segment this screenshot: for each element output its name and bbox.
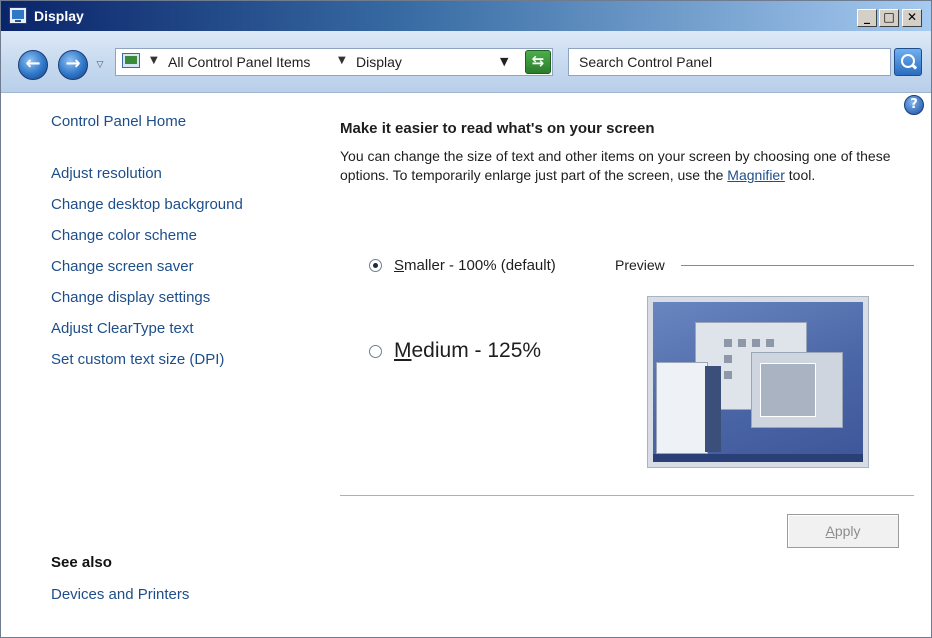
see-also-heading: See also (51, 554, 112, 571)
apply-label: pply (834, 523, 861, 539)
search-input[interactable]: Search Control Panel (568, 48, 891, 76)
sidebar-item-change-color-scheme[interactable]: Change color scheme (51, 227, 197, 244)
sidebar-item-set-custom-text-size[interactable]: Set custom text size (DPI) (51, 351, 224, 368)
display-window: Display _ □ ✕ ← → ▽ ▼ All Control Panel … (0, 0, 932, 638)
smaller-label-text: maller - 100% (default) (404, 257, 556, 274)
magnifier-link[interactable]: Magnifier (727, 167, 785, 183)
preview-tile (752, 339, 760, 347)
control-panel-home-link[interactable]: Control Panel Home (51, 113, 186, 130)
address-bar[interactable]: ▼ All Control Panel Items ▼ Display ▼ (115, 48, 553, 76)
search-placeholder: Search Control Panel (579, 54, 713, 70)
page-heading: Make it easier to read what's on your sc… (340, 120, 655, 137)
medium-radio[interactable] (369, 345, 382, 358)
preview-tile (724, 355, 732, 363)
page-description: You can change the size of text and othe… (340, 147, 918, 185)
sidebar-item-adjust-resolution[interactable]: Adjust resolution (51, 165, 162, 182)
medium-label[interactable]: Medium - 125% (394, 339, 541, 363)
search-icon[interactable] (894, 48, 922, 76)
forward-button[interactable]: → (58, 50, 88, 80)
apply-mnemonic: A (825, 523, 835, 539)
sidebar-item-change-screen-saver[interactable]: Change screen saver (51, 258, 194, 275)
apply-button[interactable]: Apply (787, 514, 899, 548)
window-title: Display (34, 8, 84, 24)
medium-mnemonic: M (394, 339, 412, 362)
medium-label-text: edium - 125% (411, 339, 542, 362)
devices-and-printers-link[interactable]: Devices and Printers (51, 586, 189, 603)
control-panel-icon (122, 53, 140, 68)
refresh-button[interactable]: ⇆ (525, 50, 551, 74)
address-dropdown-icon[interactable]: ▼ (500, 55, 508, 68)
preview-screen (653, 302, 863, 462)
breadcrumb-separator-icon[interactable]: ▼ (338, 55, 346, 66)
back-button[interactable]: ← (18, 50, 48, 80)
preview-divider (681, 265, 914, 266)
preview-start-menu-strip (705, 366, 721, 452)
display-icon (9, 7, 27, 24)
description-tail: tool. (784, 167, 816, 183)
close-button[interactable]: ✕ (902, 9, 922, 27)
preview-start-menu (656, 362, 708, 454)
navigation-bar: ← → ▽ ▼ All Control Panel Items ▼ Displa… (1, 31, 931, 93)
preview-tile (724, 371, 732, 379)
preview-window (751, 352, 843, 428)
sidebar-item-change-desktop-background[interactable]: Change desktop background (51, 196, 243, 213)
preview-tile (766, 339, 774, 347)
preview-tile (738, 339, 746, 347)
preview-image (647, 296, 869, 468)
smaller-mnemonic: S (394, 257, 405, 274)
preview-tile (724, 339, 732, 347)
breadcrumb-display[interactable]: Display (356, 54, 402, 70)
help-icon[interactable]: ? (904, 95, 924, 115)
breadcrumb-all-control-panel-items[interactable]: All Control Panel Items (168, 54, 310, 70)
sidebar-item-change-display-settings[interactable]: Change display settings (51, 289, 210, 306)
preview-label: Preview (615, 257, 665, 273)
title-bar: Display _ □ ✕ (1, 1, 931, 31)
smaller-label[interactable]: Smaller - 100% (default) (394, 257, 556, 274)
smaller-radio[interactable] (369, 259, 382, 272)
sidebar-item-adjust-cleartype-text[interactable]: Adjust ClearType text (51, 320, 194, 337)
recent-pages-dropdown-icon[interactable]: ▽ (94, 58, 106, 72)
breadcrumb-separator-icon[interactable]: ▼ (150, 55, 158, 66)
minimize-button[interactable]: _ (857, 9, 877, 27)
content-divider (340, 495, 914, 496)
maximize-button[interactable]: □ (879, 9, 899, 27)
preview-taskbar (653, 454, 863, 462)
